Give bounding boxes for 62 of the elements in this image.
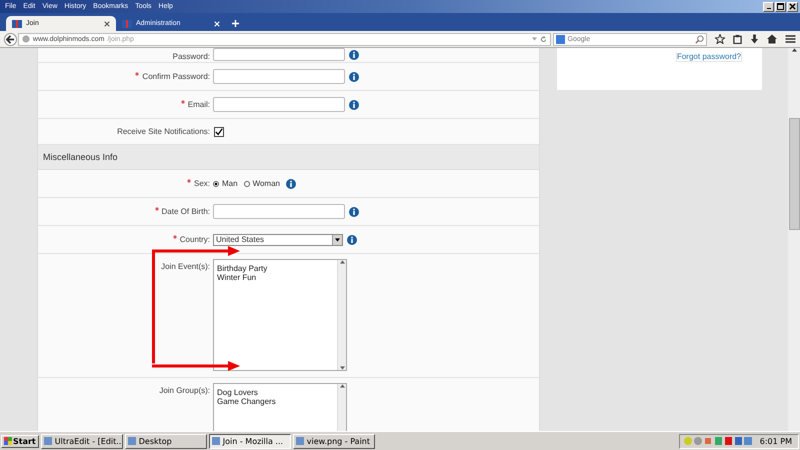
radio-option[interactable]: Man — [213, 179, 238, 188]
taskbar-button[interactable]: view.png - Paint — [292, 434, 375, 448]
star-icon[interactable] — [715, 34, 725, 44]
app-icon — [296, 437, 304, 445]
input-field[interactable] — [213, 48, 345, 61]
caret-icon[interactable] — [335, 238, 340, 242]
home-icon[interactable] — [767, 34, 777, 44]
app-icon — [44, 437, 52, 445]
close-tab-icon[interactable] — [104, 20, 110, 26]
info-icon[interactable] — [349, 72, 359, 82]
taskbar-button[interactable]: UltraEdit - [Edit... — [40, 434, 123, 448]
taskbar-button[interactable]: Join - Mozilla ... — [208, 434, 291, 448]
reload-icon[interactable] — [540, 36, 547, 42]
maximize-button[interactable] — [775, 2, 786, 12]
info-icon[interactable] — [349, 100, 359, 110]
minimize-button[interactable] — [763, 2, 774, 12]
field-label: Join Group(s): — [159, 386, 210, 395]
scroll-up-icon[interactable] — [340, 384, 344, 388]
search-engine-icon[interactable] — [556, 34, 565, 44]
info-icon[interactable] — [286, 178, 296, 188]
field-label: Confirm Password: — [142, 72, 210, 81]
input-field[interactable] — [213, 69, 345, 84]
field-label: Country: — [180, 235, 210, 244]
input-field[interactable] — [213, 97, 345, 112]
clock: 6:01 PM — [760, 436, 792, 446]
checkbox[interactable] — [214, 126, 224, 136]
field-label: Password: — [172, 52, 210, 61]
taskbar-button[interactable]: Desktop — [124, 434, 207, 448]
favicon-icon — [122, 18, 132, 28]
radio-option[interactable]: Woman — [244, 179, 280, 188]
app-icon — [128, 437, 136, 445]
search-icon[interactable] — [695, 34, 704, 44]
info-icon[interactable] — [349, 206, 359, 216]
field-label: Date Of Birth: — [162, 207, 210, 216]
section-header: Miscellaneous Info — [38, 145, 539, 170]
input-field[interactable] — [213, 204, 345, 219]
field-label: Join Event(s): — [161, 262, 210, 271]
scroll-up-icon[interactable] — [340, 260, 344, 264]
close-button[interactable] — [787, 2, 798, 12]
info-icon[interactable] — [349, 50, 359, 60]
field-label: Receive Site Notifications: — [117, 127, 210, 136]
globe-icon — [22, 35, 30, 43]
list-option[interactable]: Game Changers — [217, 397, 334, 406]
scrollbar-thumb[interactable] — [788, 118, 800, 230]
download-icon[interactable] — [750, 34, 759, 44]
start-button[interactable]: Start — [1, 434, 39, 448]
back-button[interactable] — [4, 32, 17, 46]
windows-logo-icon — [4, 437, 12, 445]
field-label: Email: — [188, 100, 210, 109]
scroll-down-icon[interactable] — [340, 366, 344, 370]
tray-icons-drawing[interactable] — [682, 436, 753, 446]
app-icon — [212, 437, 220, 445]
list-option[interactable]: Dog Lovers — [217, 388, 334, 397]
country-dropdown[interactable]: United States — [213, 234, 343, 246]
field-label: Sex: — [194, 179, 210, 188]
clipboard-icon[interactable] — [733, 34, 742, 44]
info-icon[interactable] — [347, 234, 357, 244]
forgot-password-link[interactable]: Forgot password? — [676, 52, 742, 62]
menu-icon[interactable] — [785, 34, 796, 44]
list-option[interactable]: Winter Fun — [217, 273, 334, 282]
favicon-icon — [12, 18, 22, 28]
list-option[interactable]: Birthday Party — [217, 264, 334, 273]
